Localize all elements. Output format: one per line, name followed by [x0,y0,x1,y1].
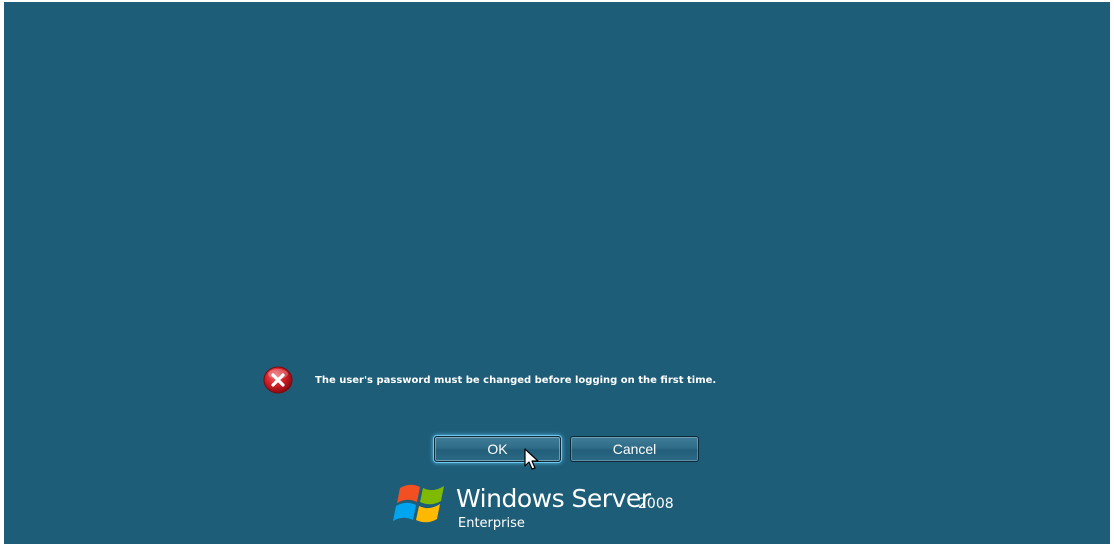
error-icon [263,365,293,395]
logon-screen: The user's password must be changed befo… [4,2,1110,544]
windows-server-branding: Windows Server 2008 Enterprise [392,480,792,540]
error-message-row: The user's password must be changed befo… [263,364,716,396]
brand-name: Windows Server [456,484,651,513]
mouse-pointer-icon [523,448,543,472]
brand-edition: Enterprise [458,516,525,531]
error-message-text: The user's password must be changed befo… [315,374,717,386]
cancel-button[interactable]: Cancel [570,436,699,462]
windows-flag-icon [392,482,452,524]
brand-year: 2008 [638,496,674,512]
